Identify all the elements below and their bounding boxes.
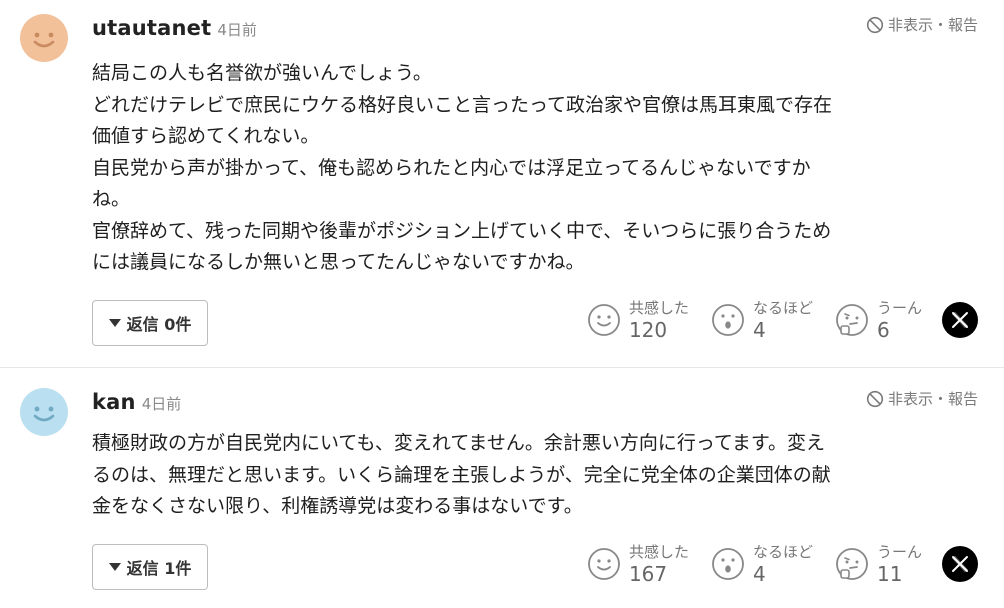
comment-line: 結局この人も名誉欲が強いんでしょう。: [92, 62, 432, 84]
reply-toggle-button[interactable]: 返信 1件: [92, 544, 208, 590]
comment-line: 官僚辞めて、残った同期や後輩がポジション上げていく中で、そいつらに張り合うため: [92, 219, 832, 242]
hide-report-label: 非表示・報告: [887, 390, 978, 408]
reaction-hmm-button[interactable]: うーん 6: [835, 298, 922, 342]
reaction-label: うーん: [876, 543, 922, 561]
reaction-agree-button[interactable]: 共感した 120: [587, 298, 689, 342]
avatar-face-icon: [20, 14, 68, 62]
comment-line: どれだけテレビで庶民にウケる格好良いこと言ったって政治家や官僚は馬耳東風で存在: [92, 93, 833, 116]
comment-card: kan 4日前 非表示・報告 積極財政の方が自民党内にいても、変えれてません。余…: [0, 367, 1004, 608]
share-x-button[interactable]: [942, 302, 978, 338]
avatar-face-icon: [20, 388, 68, 436]
reaction-label: 共感した: [628, 299, 689, 317]
comment-line: るのは、無理だと思います。いくら論理を主張しようが、完全に党全体の企業団体の献: [92, 463, 831, 486]
comment-line: 金をなくさない限り、利権誘導党は変わる事はないです。: [92, 495, 583, 517]
reaction-label: なるほど: [752, 543, 813, 561]
reaction-insightful-button[interactable]: なるほど 4: [711, 542, 813, 586]
reaction-count: 120: [628, 318, 668, 342]
comment-line: には議員になるしか無いと思ってたんじゃないですかね。: [92, 251, 585, 273]
hide-report-link[interactable]: 非表示・報告: [866, 14, 978, 35]
x-logo-icon: [952, 555, 968, 573]
reaction-label: なるほど: [752, 299, 813, 317]
comment-header: utautanet 4日前: [92, 16, 257, 40]
hide-report-link[interactable]: 非表示・報告: [866, 388, 978, 409]
surprised-icon: [712, 304, 744, 336]
smile-icon: [588, 304, 620, 336]
smile-icon: [588, 548, 620, 580]
thinking-icon: [836, 304, 868, 336]
reaction-count: 4: [752, 318, 766, 342]
comment-line: 価値すら認めてくれない。: [92, 125, 320, 147]
comment-line: 自民党から声が掛かって、俺も認められたと内心では浮足立ってるんじゃないですか: [92, 156, 811, 179]
hide-report-label: 非表示・報告: [887, 16, 978, 34]
comment-line: ね。: [92, 188, 131, 210]
thinking-icon: [836, 548, 868, 580]
reaction-count: 6: [876, 318, 890, 342]
username[interactable]: kan: [92, 390, 136, 414]
reaction-insightful-button[interactable]: なるほど 4: [711, 298, 813, 342]
x-logo-icon: [952, 311, 968, 329]
block-icon: [866, 390, 884, 407]
reaction-bar: 共感した 120 なるほど 4 うーん 6: [587, 298, 978, 342]
avatar: [20, 388, 68, 436]
comment-card: utautanet 4日前 非表示・報告 結局この人も名誉欲が強いんでしょう。 …: [0, 0, 1004, 367]
username[interactable]: utautanet: [92, 16, 211, 40]
reply-toggle-button[interactable]: 返信 0件: [92, 300, 208, 346]
caret-down-icon: [108, 319, 121, 327]
comment-body: 積極財政の方が自民党内にいても、変えれてません。余計悪い方向に行ってます。変え …: [92, 428, 974, 523]
timestamp: 4日前: [141, 395, 182, 413]
reaction-hmm-button[interactable]: うーん 11: [835, 542, 922, 586]
reaction-count: 4: [752, 562, 766, 586]
reaction-count: 11: [876, 562, 903, 586]
comment-body: 結局この人も名誉欲が強いんでしょう。 どれだけテレビで庶民にウケる格好良いこと言…: [92, 58, 974, 279]
comment-header: kan 4日前: [92, 390, 181, 414]
timestamp: 4日前: [217, 21, 257, 39]
reaction-bar: 共感した 167 なるほど 4 うーん 11: [587, 542, 978, 586]
reply-count-label: 返信 1件: [126, 559, 192, 578]
share-x-button[interactable]: [942, 546, 978, 582]
reaction-agree-button[interactable]: 共感した 167: [587, 542, 689, 586]
caret-down-icon: [108, 563, 121, 571]
reaction-label: 共感した: [628, 543, 689, 561]
reply-count-label: 返信 0件: [126, 315, 192, 334]
reaction-count: 167: [628, 562, 668, 586]
avatar: [20, 14, 68, 62]
surprised-icon: [712, 548, 744, 580]
block-icon: [866, 16, 884, 33]
comment-line: 積極財政の方が自民党内にいても、変えれてません。余計悪い方向に行ってます。変え: [92, 432, 826, 454]
reaction-label: うーん: [876, 299, 922, 317]
